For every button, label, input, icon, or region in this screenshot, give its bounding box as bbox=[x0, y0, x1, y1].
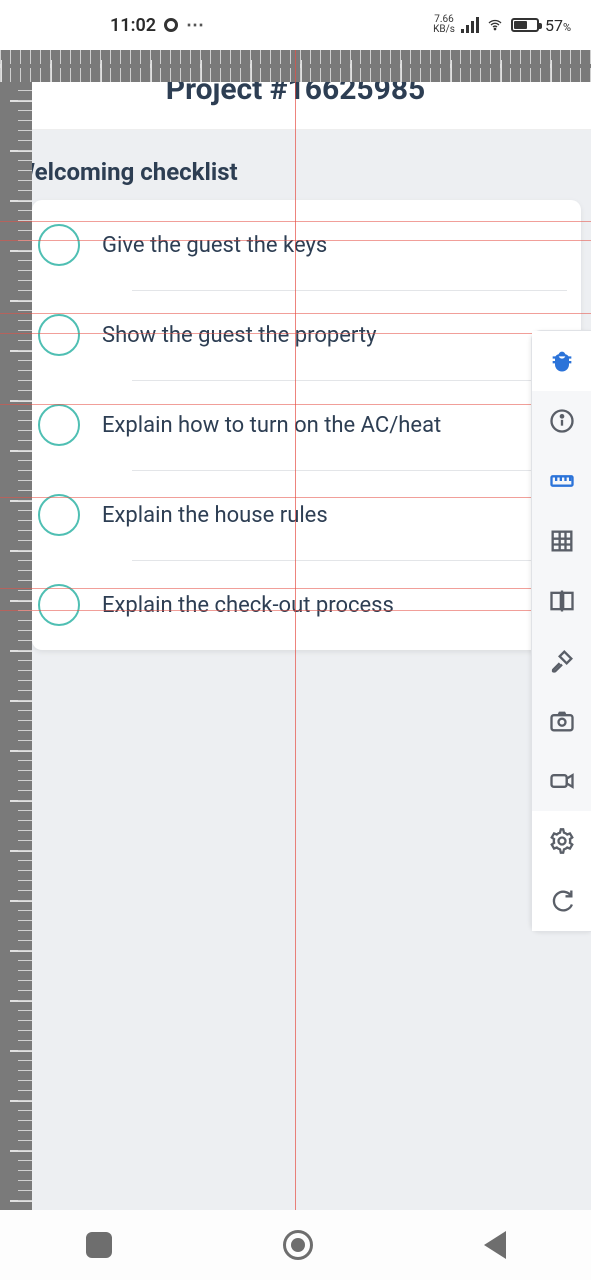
checkbox-circle[interactable] bbox=[38, 314, 80, 356]
debug-toolbar bbox=[531, 330, 591, 932]
debug-compare-button[interactable] bbox=[532, 571, 591, 631]
status-right: 7.66 KB/s 57% bbox=[433, 15, 571, 35]
debug-rotate-button[interactable] bbox=[532, 871, 591, 931]
checklist-item[interactable]: Explain how to turn on the AC/heat bbox=[32, 380, 581, 470]
checklist-item-label: Explain the house rules bbox=[102, 503, 328, 528]
checkbox-circle[interactable] bbox=[38, 584, 80, 626]
debug-ruler-left bbox=[0, 50, 32, 1210]
checklist-item-label: Give the guest the keys bbox=[102, 233, 327, 258]
debug-video-button[interactable] bbox=[532, 751, 591, 811]
video-icon bbox=[548, 767, 576, 795]
debug-eyedropper-button[interactable] bbox=[532, 631, 591, 691]
status-left: 11:02 ⋯ bbox=[110, 15, 206, 36]
settings-icon bbox=[548, 827, 576, 855]
battery-icon bbox=[511, 18, 539, 32]
section-title: Welcoming checklist bbox=[0, 130, 591, 200]
checklist-item[interactable]: Explain the house rules bbox=[32, 470, 581, 560]
grid-icon bbox=[548, 527, 576, 555]
status-more-icon: ⋯ bbox=[186, 15, 206, 36]
checkbox-circle[interactable] bbox=[38, 494, 80, 536]
checklist-item-label: Show the guest the property bbox=[102, 323, 377, 348]
checkbox-circle[interactable] bbox=[38, 404, 80, 446]
checklist-item[interactable]: Give the guest the keys bbox=[32, 200, 581, 290]
debug-settings-button[interactable] bbox=[532, 811, 591, 871]
debug-grid-button[interactable] bbox=[532, 511, 591, 571]
checklist-card: Give the guest the keys Show the guest th… bbox=[32, 200, 581, 650]
debug-bug-button[interactable] bbox=[532, 331, 591, 391]
status-speed-unit: KB/s bbox=[433, 25, 455, 35]
debug-ruler-button[interactable] bbox=[532, 451, 591, 511]
status-network-speed: 7.66 KB/s bbox=[433, 15, 455, 35]
nav-home-button[interactable] bbox=[283, 1230, 313, 1260]
checklist-item[interactable]: Explain the check-out process bbox=[32, 560, 581, 650]
debug-ruler-top bbox=[0, 50, 591, 82]
nav-recent-button[interactable] bbox=[86, 1232, 112, 1258]
status-bar: 11:02 ⋯ 7.66 KB/s 57% bbox=[0, 0, 591, 50]
bug-icon bbox=[548, 347, 576, 375]
debug-info-button[interactable] bbox=[532, 391, 591, 451]
ruler-icon bbox=[548, 467, 576, 495]
app-content: Project #16625985 Welcoming checklist Gi… bbox=[0, 50, 591, 1210]
eyedropper-icon bbox=[548, 647, 576, 675]
compare-icon bbox=[548, 587, 576, 615]
system-nav-bar bbox=[0, 1210, 591, 1280]
checklist-item[interactable]: Show the guest the property bbox=[32, 290, 581, 380]
checkbox-circle[interactable] bbox=[38, 224, 80, 266]
camera-icon bbox=[548, 707, 576, 735]
nav-back-button[interactable] bbox=[484, 1231, 506, 1259]
wifi-icon bbox=[485, 17, 505, 33]
info-icon bbox=[548, 407, 576, 435]
signal-icon bbox=[461, 17, 479, 33]
status-time: 11:02 bbox=[110, 15, 156, 36]
battery-percent: 57% bbox=[545, 16, 571, 35]
debug-camera-button[interactable] bbox=[532, 691, 591, 751]
checklist-item-label: Explain how to turn on the AC/heat bbox=[102, 413, 441, 438]
checklist-item-label: Explain the check-out process bbox=[102, 593, 394, 618]
rotate-icon bbox=[548, 887, 576, 915]
status-record-icon bbox=[164, 18, 178, 32]
